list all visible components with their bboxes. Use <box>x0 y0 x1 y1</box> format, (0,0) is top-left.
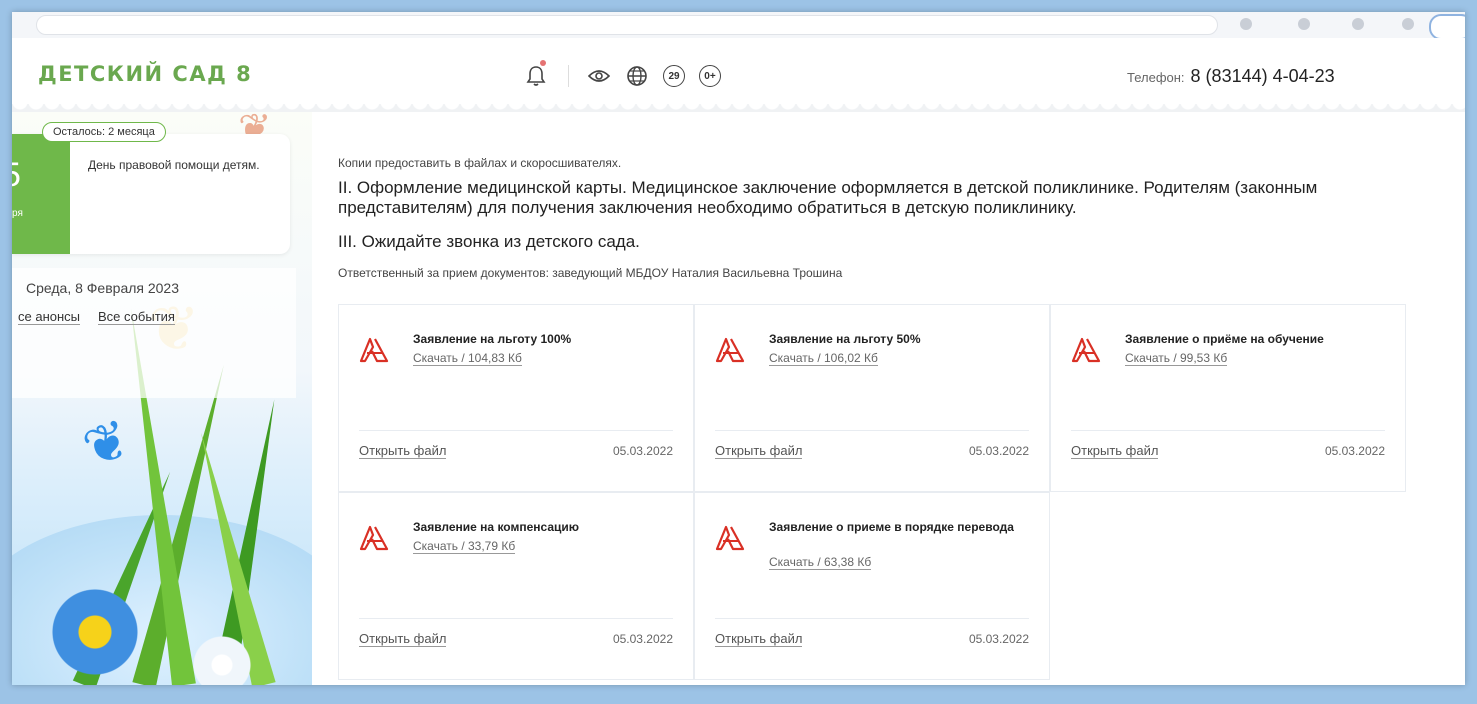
profile-button[interactable] <box>1429 14 1465 40</box>
divider <box>359 430 673 431</box>
phone-block: Телефон: 8 (83144) 4-04-23 <box>1127 66 1335 87</box>
document-title: Заявление на льготу 50% <box>769 332 921 346</box>
event-date-block: 5 ря <box>12 134 70 254</box>
document-date: 05.03.2022 <box>1324 444 1385 458</box>
all-events-link[interactable]: Все события <box>98 309 175 325</box>
toolbar-divider <box>568 65 569 87</box>
documents-grid: Заявление на льготу 100% Скачать / 104,8… <box>338 304 1406 680</box>
document-title: Заявление на льготу 100% <box>413 332 572 346</box>
extension-icon[interactable] <box>1298 18 1310 30</box>
event-month: ря <box>12 208 23 219</box>
document-download-link[interactable]: Скачать / 63,38 Кб <box>769 555 872 570</box>
step-wait-call: III. Ожидайте звонка из детского сада. <box>338 232 640 251</box>
pdf-icon <box>1071 337 1101 363</box>
pdf-icon <box>715 525 745 551</box>
butterfly-icon: ❦ <box>75 408 139 480</box>
document-card: Заявление на льготу 100% Скачать / 104,8… <box>338 304 694 492</box>
bell-icon[interactable] <box>524 60 548 88</box>
document-title: Заявление о приеме в порядке перевода <box>769 520 1014 534</box>
open-file-link[interactable]: Открыть файл <box>715 631 803 647</box>
open-file-link[interactable]: Открыть файл <box>1071 443 1159 459</box>
extension-icon[interactable] <box>1240 18 1252 30</box>
current-date: Среда, 8 Февраля 2023 <box>26 280 180 296</box>
event-card[interactable]: 5 ря День правовой помощи детям. <box>12 134 290 254</box>
divider <box>1071 430 1385 431</box>
globe-icon[interactable] <box>625 64 649 88</box>
accessibility-toolbar: 29 0+ <box>524 60 735 88</box>
divider <box>715 618 1029 619</box>
document-card: Заявление о приёме на обучение Скачать /… <box>1050 304 1406 492</box>
pdf-icon <box>359 525 389 551</box>
open-file-link[interactable]: Открыть файл <box>359 631 447 647</box>
document-date: 05.03.2022 <box>612 444 673 458</box>
step-medical-card: II. Оформление медицинской карты. Медици… <box>338 178 1318 217</box>
document-download-link[interactable]: Скачать / 106,02 Кб <box>769 351 878 366</box>
document-download-link[interactable]: Скачать / 33,79 Кб <box>413 539 516 554</box>
document-date: 05.03.2022 <box>968 444 1029 458</box>
browser-address-bar <box>12 12 1465 40</box>
divider <box>715 430 1029 431</box>
open-file-link[interactable]: Открыть файл <box>359 443 447 459</box>
pdf-icon <box>715 337 745 363</box>
extension-icon[interactable] <box>1352 18 1364 30</box>
pdf-icon <box>359 337 389 363</box>
eye-icon[interactable] <box>587 64 611 88</box>
address-field[interactable] <box>36 15 1218 35</box>
region-29-icon[interactable]: 29 <box>663 65 685 87</box>
document-card: Заявление на льготу 50% Скачать / 106,02… <box>694 304 1050 492</box>
document-card: Заявление о приеме в порядке перевода Ск… <box>694 492 1050 680</box>
divider <box>359 618 673 619</box>
phone-number[interactable]: 8 (83144) 4-04-23 <box>1191 66 1335 86</box>
event-day: 5 <box>12 156 21 195</box>
document-download-link[interactable]: Скачать / 99,53 Кб <box>1125 351 1228 366</box>
all-announcements-link[interactable]: се анонсы <box>18 309 81 325</box>
document-card: Заявление на компенсацию Скачать / 33,79… <box>338 492 694 680</box>
site-logo[interactable]: ДЕТСКИЙ САД 8 <box>38 62 252 86</box>
document-download-link[interactable]: Скачать / 104,83 Кб <box>413 351 522 366</box>
site-header: ДЕТСКИЙ САД 8 29 0+ Телефон: 8 (83144) 4-… <box>12 38 1465 112</box>
document-date: 05.03.2022 <box>612 632 673 646</box>
document-title: Заявление на компенсацию <box>413 520 580 534</box>
extension-icon[interactable] <box>1402 18 1414 30</box>
phone-label: Телефон: <box>1127 70 1185 85</box>
document-date: 05.03.2022 <box>968 632 1029 646</box>
age-0plus-icon: 0+ <box>699 65 721 87</box>
open-file-link[interactable]: Открыть файл <box>715 443 803 459</box>
responsible-person: Ответственный за прием документов: завед… <box>338 266 843 280</box>
copies-note: Копии предоставить в файлах и скоросшива… <box>338 156 622 170</box>
header-wavy-border <box>12 104 1465 112</box>
flower-icon <box>52 589 138 675</box>
event-title[interactable]: День правовой помощи детям. <box>88 158 268 173</box>
browser-frame: ДЕТСКИЙ САД 8 29 0+ Телефон: 8 (83144) 4-… <box>12 12 1465 685</box>
sidebar-links: се анонсы Все события <box>18 309 193 325</box>
notification-dot <box>540 60 546 66</box>
document-title: Заявление о приёме на обучение <box>1125 332 1324 346</box>
event-countdown-badge: Осталось: 2 месяца <box>42 122 166 142</box>
